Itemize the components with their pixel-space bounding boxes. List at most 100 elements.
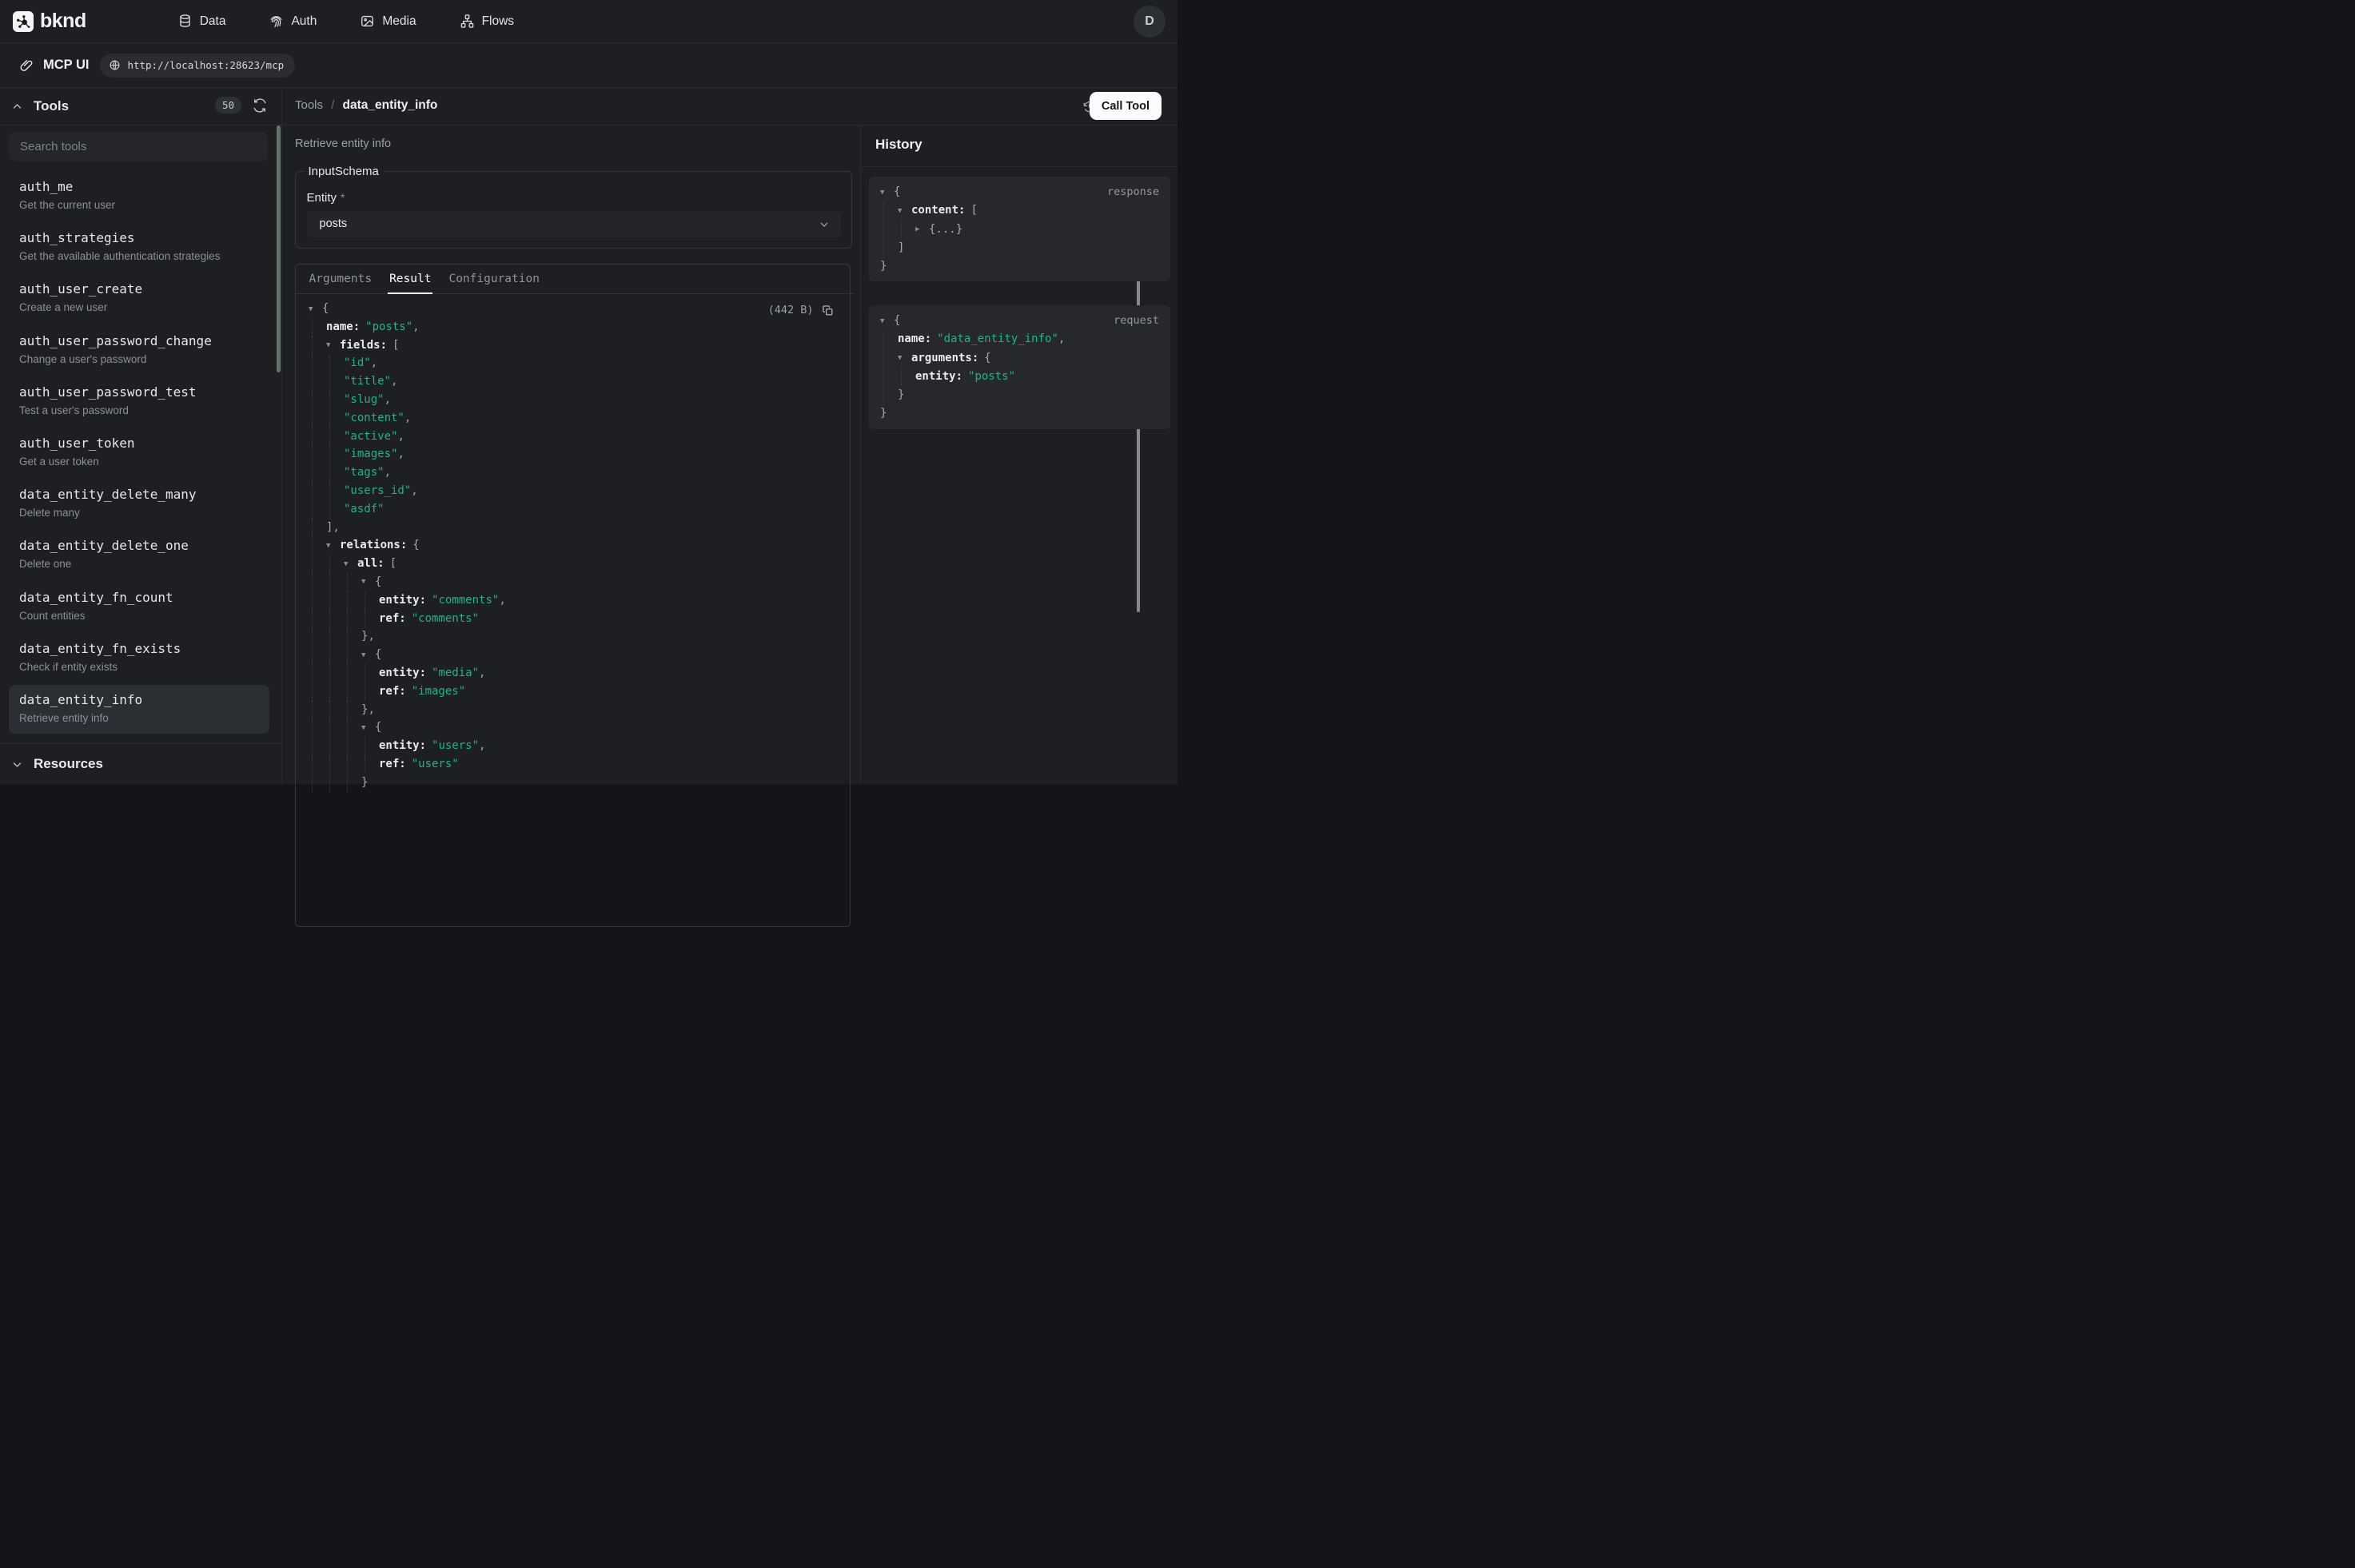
- json-node-row: ▼relations:{: [309, 536, 506, 555]
- json-indent-guide: [312, 336, 313, 355]
- history-card-label: response: [1107, 185, 1159, 198]
- refresh-icon[interactable]: [253, 98, 267, 113]
- json-indent-guide: [329, 774, 330, 792]
- json-punctuation: {: [322, 302, 329, 315]
- database-icon: [177, 14, 193, 29]
- history-card-request[interactable]: request ▼{name:"data_entity_info",▼argum…: [869, 305, 1170, 429]
- breadcrumb: Tools / data_entity_info: [295, 98, 437, 113]
- collapse-triangle-icon[interactable]: ▼: [361, 573, 375, 591]
- breadcrumb-section[interactable]: Tools: [295, 98, 323, 112]
- json-string-value: "asdf": [344, 503, 385, 515]
- json-leaf-row: entity:"posts": [880, 368, 1065, 386]
- expand-triangle-icon[interactable]: ▶: [915, 221, 929, 239]
- tool-item-auth_user_token[interactable]: auth_user_tokenGet a user token: [9, 428, 269, 477]
- collapse-triangle-icon[interactable]: ▼: [898, 202, 911, 221]
- json-node-row: ▼{: [880, 312, 1065, 330]
- json-comma: ,: [391, 375, 397, 388]
- nav-item-media[interactable]: Media: [360, 14, 416, 29]
- tool-item-auth_user_password_change[interactable]: auth_user_password_changeChange a user's…: [9, 326, 269, 375]
- collapse-triangle-icon[interactable]: ▼: [361, 647, 375, 665]
- tool-item-data_entity_info[interactable]: data_entity_infoRetrieve entity info: [9, 685, 269, 734]
- collapse-triangle-icon[interactable]: ▼: [309, 300, 322, 319]
- json-indent-guide: [312, 664, 313, 683]
- tool-item-auth_user_create[interactable]: auth_user_createCreate a new user: [9, 274, 269, 323]
- tool-item-data_entity_fn_exists[interactable]: data_entity_fn_existsCheck if entity exi…: [9, 634, 269, 683]
- tool-description: Delete many: [19, 506, 259, 519]
- json-string-value: "comments": [412, 612, 479, 625]
- json-indent-guide: [329, 701, 330, 719]
- json-indent-guide: [883, 201, 884, 220]
- tool-item-auth_strategies[interactable]: auth_strategiesGet the available authent…: [9, 223, 269, 272]
- json-indent-guide: [312, 445, 313, 464]
- json-indent-guide: [312, 464, 313, 482]
- call-tool-button[interactable]: Call Tool: [1090, 92, 1162, 120]
- history-card-response[interactable]: response ▼{▼content:[▶{...}]}: [869, 177, 1170, 281]
- tool-description: Retrieve entity info: [295, 137, 391, 150]
- mcp-url-pill[interactable]: http://localhost:28623/mcp: [100, 54, 295, 78]
- json-comma: ,: [411, 484, 417, 497]
- json-indent-guide: [312, 354, 313, 372]
- tool-item-auth_user_password_test[interactable]: auth_user_password_testTest a user's pas…: [9, 377, 269, 426]
- collapse-triangle-icon[interactable]: ▼: [326, 336, 340, 355]
- json-indent-guide: [901, 221, 902, 239]
- resources-section-header[interactable]: Resources: [0, 744, 281, 784]
- json-string-value: "data_entity_info": [937, 332, 1058, 345]
- json-leaf-row: "id",: [309, 354, 506, 372]
- nav-item-data[interactable]: Data: [177, 14, 226, 29]
- json-indent-guide: [329, 646, 330, 664]
- copy-icon[interactable]: [822, 304, 834, 316]
- json-leaf-row: },: [309, 701, 506, 719]
- collapse-triangle-icon[interactable]: ▼: [361, 719, 375, 738]
- json-comma: ,: [385, 466, 391, 479]
- tools-section-header[interactable]: Tools 50: [0, 88, 281, 125]
- collapse-triangle-icon[interactable]: ▼: [344, 555, 357, 574]
- tool-name: auth_user_create: [19, 281, 259, 297]
- collapse-triangle-icon[interactable]: ▼: [880, 184, 894, 202]
- tool-item-data_entity_delete_many[interactable]: data_entity_delete_manyDelete many: [9, 480, 269, 528]
- json-punctuation: {: [375, 721, 381, 734]
- json-node-row: ▼{: [309, 573, 506, 591]
- json-indent-guide: [347, 573, 348, 591]
- json-leaf-row: "content",: [309, 409, 506, 428]
- json-string-value: "title": [344, 375, 391, 388]
- json-leaf-row: "title",: [309, 372, 506, 391]
- json-key: all:: [357, 557, 385, 570]
- tab-configuration[interactable]: Configuration: [440, 265, 548, 293]
- tool-description: Count entities: [19, 609, 259, 623]
- collapse-triangle-icon[interactable]: ▼: [880, 312, 894, 331]
- json-indent-guide: [329, 683, 330, 701]
- tab-result[interactable]: Result: [381, 265, 440, 293]
- json-indent-guide: [312, 428, 313, 446]
- divider: [861, 166, 1178, 167]
- tool-description: Check if entity exists: [19, 660, 259, 674]
- json-leaf-row: "asdf": [309, 500, 506, 519]
- brand-logo[interactable]: bknd: [13, 10, 86, 33]
- json-indent-guide: [312, 627, 313, 646]
- main-content: Retrieve entity info InputSchema Entity*…: [281, 125, 860, 784]
- sidebar-scrollbar[interactable]: [277, 125, 281, 372]
- tab-arguments[interactable]: Arguments: [301, 265, 381, 293]
- json-indent-guide: [329, 391, 330, 409]
- tab-label: Result: [389, 273, 431, 285]
- chevron-down-icon: [11, 758, 23, 770]
- tools-section-title: Tools: [34, 98, 69, 114]
- required-asterisk: *: [341, 191, 345, 204]
- history-request-json-tree: ▼{name:"data_entity_info",▼arguments:{en…: [880, 312, 1065, 424]
- json-indent-guide: [329, 627, 330, 646]
- tool-item-data_entity_delete_one[interactable]: data_entity_delete_oneDelete one: [9, 531, 269, 579]
- tool-item-auth_me[interactable]: auth_meGet the current user: [9, 172, 269, 221]
- entity-field-label: Entity*: [307, 191, 345, 205]
- search-input[interactable]: [9, 132, 268, 161]
- json-key: fields:: [340, 339, 387, 352]
- nav-item-flows[interactable]: Flows: [460, 14, 514, 29]
- history-card-label: request: [1114, 314, 1159, 327]
- collapse-triangle-icon[interactable]: ▼: [326, 537, 340, 555]
- tool-item-data_entity_fn_count[interactable]: data_entity_fn_countCount entities: [9, 583, 269, 631]
- avatar[interactable]: D: [1134, 6, 1166, 38]
- json-indent-guide: [312, 318, 313, 336]
- nav-item-auth[interactable]: Auth: [269, 14, 317, 29]
- entity-select[interactable]: posts: [307, 211, 841, 237]
- collapse-triangle-icon[interactable]: ▼: [898, 349, 911, 368]
- json-leaf-row: "active",: [309, 428, 506, 446]
- json-key: ref:: [379, 758, 406, 770]
